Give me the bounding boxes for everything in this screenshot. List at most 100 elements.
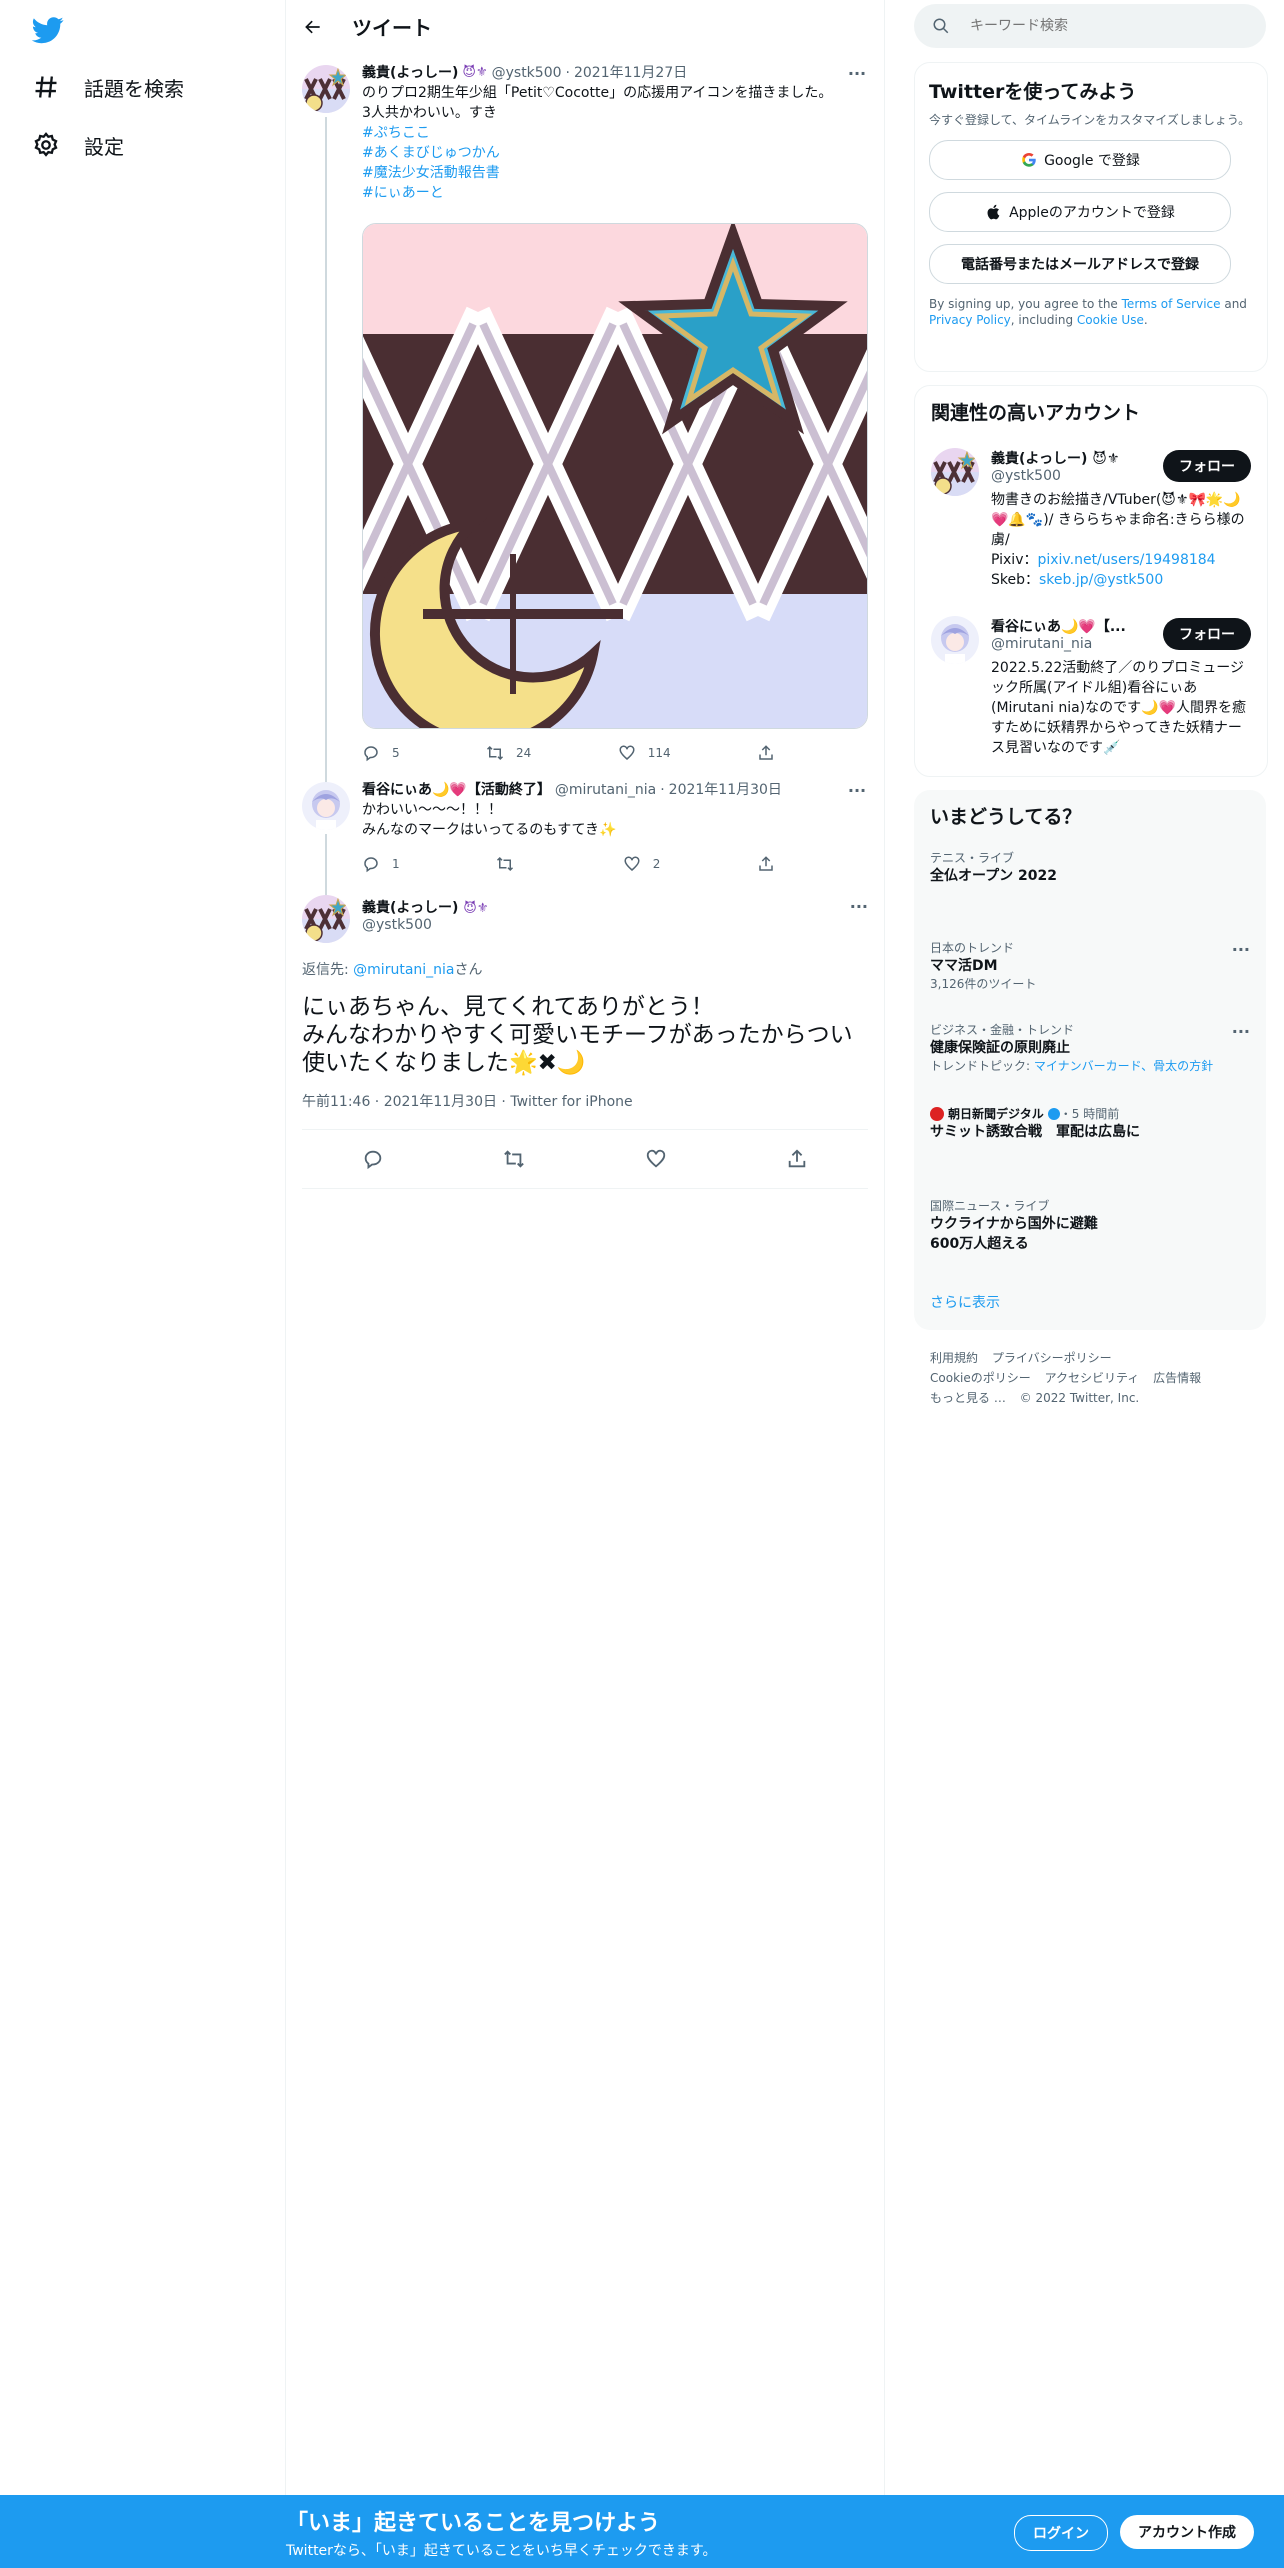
twitter-logo-icon[interactable] [32, 14, 64, 46]
footer-link[interactable]: プライバシーポリシー [992, 1351, 1112, 1365]
reply-icon[interactable] [362, 1148, 384, 1170]
skeb-link[interactable]: skeb.jp/@ystk500 [1039, 572, 1163, 588]
apple-signup-button[interactable]: Appleのアカウントで登録 [929, 192, 1231, 232]
more-icon[interactable]: ··· [1232, 940, 1250, 959]
account-name[interactable]: 看谷にぃあ🌙💗【... [991, 616, 1151, 636]
tweet-client[interactable]: Twitter for iPhone [510, 1094, 632, 1110]
account-handle[interactable]: @mirutani_nia [991, 636, 1092, 652]
share-button[interactable] [757, 744, 787, 762]
terms-link[interactable]: Terms of Service [1122, 297, 1221, 311]
reply-button[interactable]: 5 [362, 744, 400, 762]
heart-icon[interactable] [645, 1148, 667, 1170]
tweet-date[interactable]: 2021年11月27日 [574, 63, 687, 83]
avatar[interactable] [302, 895, 350, 943]
tweet-time[interactable]: 午前11:46 [302, 1094, 370, 1110]
pixiv-link[interactable]: pixiv.net/users/19498184 [1037, 552, 1215, 568]
back-button[interactable] [296, 10, 330, 44]
reply-to-line: 返信先: @mirutani_niaさん [302, 962, 483, 978]
signup-title: Twitterを使ってみよう [929, 81, 1137, 103]
news-source-logo-icon [930, 1107, 944, 1121]
more-icon[interactable]: ··· [846, 780, 868, 802]
avatar[interactable] [302, 782, 350, 830]
signup-terms: By signing up, you agree to the Terms of… [929, 297, 1247, 327]
tweet-original[interactable]: 義貴(よっしー) 😈⚜ @ystk500 · 2021年11月27日 ··· の… [286, 53, 884, 785]
like-button[interactable]: 114 [618, 744, 671, 762]
register-button[interactable]: アカウント作成 [1120, 2515, 1254, 2549]
related-account[interactable]: 義貴(よっしー) 😈⚜ @ystk500 フォロー 物書きのお絵描き/VTube… [931, 448, 1251, 588]
hashtag-link[interactable]: #魔法少女活動報告書 [362, 163, 868, 183]
trend-item[interactable]: 国際ニュース・ライブ ウクライナから国外に避難 600万人超える [930, 1198, 1130, 1254]
retweet-icon[interactable] [503, 1148, 525, 1170]
share-icon[interactable] [786, 1148, 808, 1170]
tweet-date[interactable]: 2021年11月30日 [669, 780, 782, 800]
more-icon[interactable]: ··· [846, 63, 868, 85]
nav-settings[interactable]: 設定 [32, 125, 124, 165]
nav-explore[interactable]: 話題を検索 [32, 67, 184, 107]
retweet-button[interactable] [496, 855, 526, 873]
retweet-icon [497, 856, 514, 872]
hashtag-link[interactable]: #あくまびじゅつかん [362, 143, 868, 163]
thread-line [325, 117, 327, 785]
author-emoji: 😈⚜ [462, 65, 488, 80]
trend-item[interactable]: テニス・ライブ 全仏オープン 2022 [930, 850, 1250, 886]
footer-link[interactable]: 利用規約 [930, 1351, 978, 1365]
share-button[interactable] [757, 855, 787, 873]
account-handle[interactable]: @ystk500 [991, 468, 1061, 484]
avatar[interactable] [931, 616, 979, 664]
privacy-link[interactable]: Privacy Policy [929, 313, 1011, 327]
tweet-reply[interactable]: 看谷にぃあ🌙💗【活動終了】 @mirutani_nia · 2021年11月30… [286, 770, 884, 896]
avatar[interactable] [302, 65, 350, 113]
share-icon [759, 745, 773, 760]
phone-email-signup-button[interactable]: 電話番号またはメールアドレスで登録 [929, 244, 1231, 284]
account-name[interactable]: 義貴(よっしー) 😈⚜ [991, 448, 1151, 468]
hashtag-link[interactable]: #にぃあーと [362, 183, 868, 203]
follow-button[interactable]: フォロー [1163, 450, 1251, 482]
trend-item[interactable]: ビジネス・金融・トレンド 健康保険証の原則廃止 トレンドトピック: マイナンバー… [930, 1022, 1250, 1074]
google-signup-button[interactable]: Google で登録 [929, 140, 1231, 180]
reply-icon [364, 857, 378, 873]
bottom-bar-title: 「いま」起きていることを見つけよう [286, 2511, 661, 2536]
author-name[interactable]: 義貴(よっしー) [362, 63, 458, 83]
cookie-link[interactable]: Cookie Use [1077, 313, 1144, 327]
trend-topic-link[interactable]: マイナンバーカード、骨太の方針 [1034, 1059, 1213, 1073]
author-handle[interactable]: @mirutani_nia [555, 780, 656, 800]
retweet-button[interactable]: 24 [486, 744, 531, 762]
footer-link[interactable]: Cookieのポリシー [930, 1371, 1031, 1385]
related-account[interactable]: 看谷にぃあ🌙💗【... @mirutani_nia フォロー 2022.5.22… [931, 616, 1251, 766]
trend-topic: トレンドトピック: マイナンバーカード、骨太の方針 [930, 1059, 1214, 1073]
author-name[interactable]: 義貴(よっしー) 😈⚜ [362, 897, 488, 917]
follow-button[interactable]: フォロー [1163, 618, 1251, 650]
show-more-link[interactable]: さらに表示 [930, 1292, 1000, 1312]
trend-title: ウクライナから国外に避難 600万人超える [930, 1216, 1098, 1252]
tweet-date[interactable]: 2021年11月30日 [384, 1094, 497, 1110]
trend-title: ママ活DM [930, 958, 998, 974]
avatar[interactable] [931, 448, 979, 496]
login-button[interactable]: ログイン [1014, 2515, 1108, 2551]
footer-link[interactable]: もっと見る … [930, 1391, 1006, 1405]
verified-badge-icon [1047, 1108, 1060, 1120]
tweet-header: 看谷にぃあ🌙💗【活動終了】 @mirutani_nia · 2021年11月30… [362, 780, 868, 802]
reply-to-link[interactable]: @mirutani_nia [353, 962, 454, 978]
footer-link[interactable]: 広告情報 [1153, 1371, 1201, 1385]
footer-link[interactable]: アクセシビリティ [1045, 1371, 1140, 1385]
trend-item[interactable]: 朝日新聞デジタル ・5 時間前 サミット誘致合戦 軍配は広島に [930, 1106, 1250, 1142]
trends-card: いまどうしてる？ テニス・ライブ 全仏オープン 2022 日本のトレンド ママ活… [914, 790, 1266, 1330]
author-name[interactable]: 看谷にぃあ🌙💗【活動終了】 [362, 780, 551, 800]
search-box[interactable] [914, 4, 1266, 48]
main-column: ツイート 義貴(よっしー) 😈⚜ @ystk500 · 2021年11月27日 … [286, 0, 885, 2495]
reply-count: 1 [392, 857, 400, 871]
reply-button[interactable]: 1 [362, 855, 400, 873]
author-handle[interactable]: @ystk500 [492, 63, 562, 83]
trend-count: 3,126件のツイート [930, 977, 1037, 991]
trend-item[interactable]: 日本のトレンド ママ活DM 3,126件のツイート ··· [930, 940, 1250, 992]
like-button[interactable]: 2 [623, 855, 660, 873]
hashtag-link[interactable]: #ぷちここ [362, 123, 868, 143]
related-accounts-card: 関連性の高いアカウント 義貴(よっしー) 😈⚜ @ystk500 フォロー 物書… [914, 385, 1268, 777]
more-icon[interactable]: ··· [1232, 1022, 1250, 1041]
author-handle[interactable]: @ystk500 [362, 917, 432, 933]
search-input[interactable] [968, 17, 1232, 35]
tweet-media-image[interactable] [362, 223, 868, 729]
trends-title: いまどうしてる？ [930, 806, 1082, 828]
more-icon[interactable]: ··· [850, 897, 868, 916]
tweet-actions: 5 24 114 [362, 733, 787, 773]
